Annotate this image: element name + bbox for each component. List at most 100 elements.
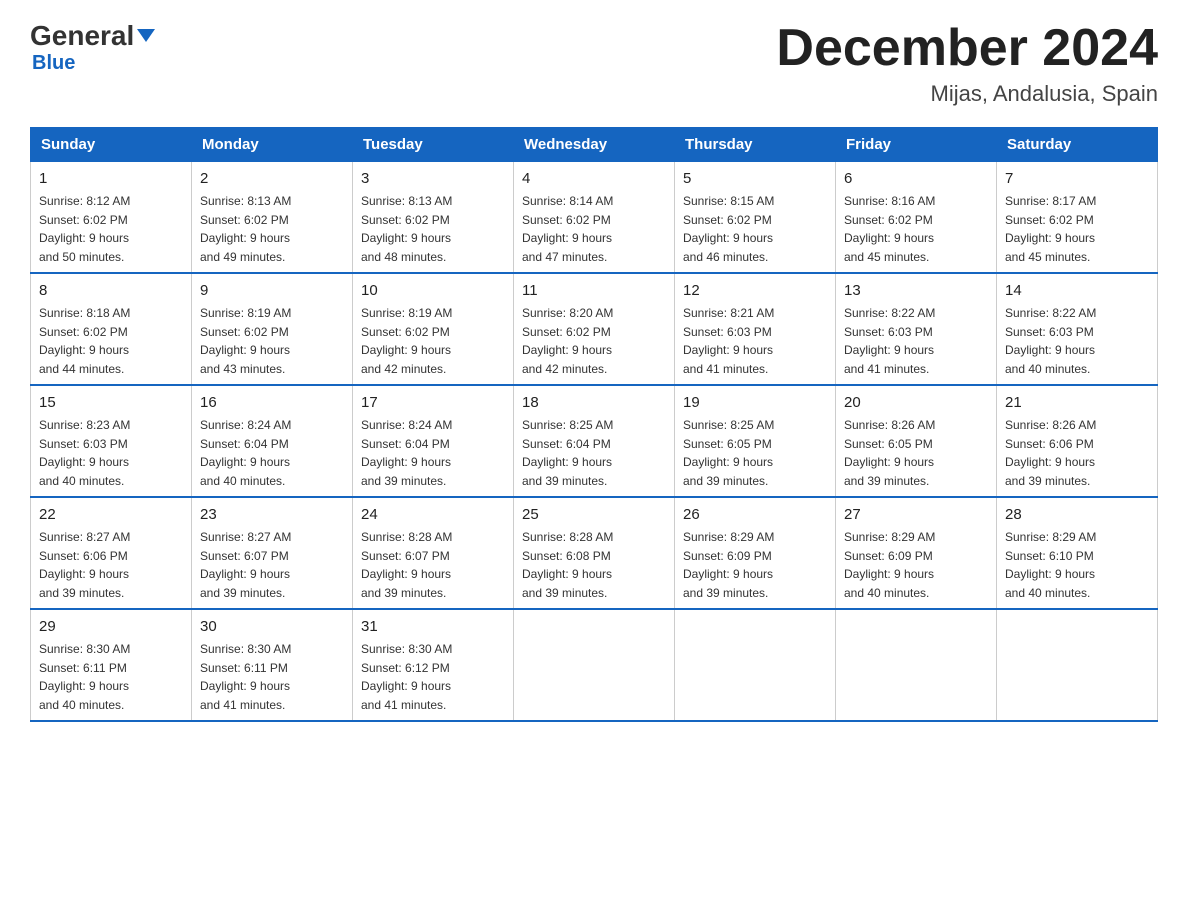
table-row: 25 Sunrise: 8:28 AMSunset: 6:08 PMDaylig… [514,497,675,609]
day-info: Sunrise: 8:16 AMSunset: 6:02 PMDaylight:… [844,194,935,264]
day-number: 28 [1005,504,1149,525]
day-number: 25 [522,504,666,525]
day-number: 18 [522,392,666,413]
table-row: 8 Sunrise: 8:18 AMSunset: 6:02 PMDayligh… [31,273,192,385]
col-friday: Friday [836,128,997,162]
calendar-week-5: 29 Sunrise: 8:30 AMSunset: 6:11 PMDaylig… [31,609,1158,721]
header-row: Sunday Monday Tuesday Wednesday Thursday… [31,128,1158,162]
day-number: 7 [1005,168,1149,189]
day-info: Sunrise: 8:30 AMSunset: 6:12 PMDaylight:… [361,642,452,712]
day-number: 17 [361,392,505,413]
table-row: 30 Sunrise: 8:30 AMSunset: 6:11 PMDaylig… [192,609,353,721]
day-number: 31 [361,616,505,637]
day-info: Sunrise: 8:19 AMSunset: 6:02 PMDaylight:… [361,306,452,376]
logo-bottom-line: Blue [30,52,75,75]
day-number: 14 [1005,280,1149,301]
table-row [675,609,836,721]
day-number: 19 [683,392,827,413]
table-row: 11 Sunrise: 8:20 AMSunset: 6:02 PMDaylig… [514,273,675,385]
day-number: 27 [844,504,988,525]
table-row: 18 Sunrise: 8:25 AMSunset: 6:04 PMDaylig… [514,385,675,497]
day-number: 6 [844,168,988,189]
day-number: 21 [1005,392,1149,413]
day-number: 15 [39,392,183,413]
table-row: 9 Sunrise: 8:19 AMSunset: 6:02 PMDayligh… [192,273,353,385]
day-info: Sunrise: 8:28 AMSunset: 6:08 PMDaylight:… [522,530,613,600]
table-row: 23 Sunrise: 8:27 AMSunset: 6:07 PMDaylig… [192,497,353,609]
logo-blue: Blue [32,52,75,74]
col-tuesday: Tuesday [353,128,514,162]
day-number: 9 [200,280,344,301]
day-info: Sunrise: 8:17 AMSunset: 6:02 PMDaylight:… [1005,194,1096,264]
col-monday: Monday [192,128,353,162]
day-number: 16 [200,392,344,413]
table-row: 17 Sunrise: 8:24 AMSunset: 6:04 PMDaylig… [353,385,514,497]
table-row: 13 Sunrise: 8:22 AMSunset: 6:03 PMDaylig… [836,273,997,385]
calendar-week-3: 15 Sunrise: 8:23 AMSunset: 6:03 PMDaylig… [31,385,1158,497]
day-info: Sunrise: 8:26 AMSunset: 6:06 PMDaylight:… [1005,418,1096,488]
day-info: Sunrise: 8:22 AMSunset: 6:03 PMDaylight:… [1005,306,1096,376]
table-row: 24 Sunrise: 8:28 AMSunset: 6:07 PMDaylig… [353,497,514,609]
location-title: Mijas, Andalusia, Spain [776,81,1158,107]
logo: General Blue [30,20,155,75]
calendar-week-2: 8 Sunrise: 8:18 AMSunset: 6:02 PMDayligh… [31,273,1158,385]
table-row: 1 Sunrise: 8:12 AMSunset: 6:02 PMDayligh… [31,162,192,274]
day-info: Sunrise: 8:29 AMSunset: 6:09 PMDaylight:… [683,530,774,600]
table-row: 7 Sunrise: 8:17 AMSunset: 6:02 PMDayligh… [997,162,1158,274]
day-info: Sunrise: 8:12 AMSunset: 6:02 PMDaylight:… [39,194,130,264]
day-number: 22 [39,504,183,525]
day-number: 13 [844,280,988,301]
day-info: Sunrise: 8:14 AMSunset: 6:02 PMDaylight:… [522,194,613,264]
table-row: 20 Sunrise: 8:26 AMSunset: 6:05 PMDaylig… [836,385,997,497]
table-row: 22 Sunrise: 8:27 AMSunset: 6:06 PMDaylig… [31,497,192,609]
table-row: 15 Sunrise: 8:23 AMSunset: 6:03 PMDaylig… [31,385,192,497]
day-info: Sunrise: 8:27 AMSunset: 6:06 PMDaylight:… [39,530,130,600]
day-number: 1 [39,168,183,189]
day-number: 30 [200,616,344,637]
table-row: 31 Sunrise: 8:30 AMSunset: 6:12 PMDaylig… [353,609,514,721]
table-row: 4 Sunrise: 8:14 AMSunset: 6:02 PMDayligh… [514,162,675,274]
day-info: Sunrise: 8:30 AMSunset: 6:11 PMDaylight:… [200,642,291,712]
day-number: 29 [39,616,183,637]
table-row: 27 Sunrise: 8:29 AMSunset: 6:09 PMDaylig… [836,497,997,609]
day-info: Sunrise: 8:19 AMSunset: 6:02 PMDaylight:… [200,306,291,376]
day-info: Sunrise: 8:26 AMSunset: 6:05 PMDaylight:… [844,418,935,488]
day-info: Sunrise: 8:29 AMSunset: 6:10 PMDaylight:… [1005,530,1096,600]
page-header: General Blue December 2024 Mijas, Andalu… [30,20,1158,107]
day-number: 12 [683,280,827,301]
day-number: 11 [522,280,666,301]
col-saturday: Saturday [997,128,1158,162]
day-info: Sunrise: 8:30 AMSunset: 6:11 PMDaylight:… [39,642,130,712]
day-number: 3 [361,168,505,189]
table-row [997,609,1158,721]
table-row: 2 Sunrise: 8:13 AMSunset: 6:02 PMDayligh… [192,162,353,274]
day-info: Sunrise: 8:28 AMSunset: 6:07 PMDaylight:… [361,530,452,600]
day-info: Sunrise: 8:24 AMSunset: 6:04 PMDaylight:… [200,418,291,488]
table-row: 14 Sunrise: 8:22 AMSunset: 6:03 PMDaylig… [997,273,1158,385]
day-info: Sunrise: 8:23 AMSunset: 6:03 PMDaylight:… [39,418,130,488]
day-info: Sunrise: 8:18 AMSunset: 6:02 PMDaylight:… [39,306,130,376]
calendar-week-1: 1 Sunrise: 8:12 AMSunset: 6:02 PMDayligh… [31,162,1158,274]
day-number: 4 [522,168,666,189]
table-row: 26 Sunrise: 8:29 AMSunset: 6:09 PMDaylig… [675,497,836,609]
table-row: 10 Sunrise: 8:19 AMSunset: 6:02 PMDaylig… [353,273,514,385]
day-info: Sunrise: 8:13 AMSunset: 6:02 PMDaylight:… [200,194,291,264]
table-row: 6 Sunrise: 8:16 AMSunset: 6:02 PMDayligh… [836,162,997,274]
table-row [514,609,675,721]
table-row: 16 Sunrise: 8:24 AMSunset: 6:04 PMDaylig… [192,385,353,497]
col-sunday: Sunday [31,128,192,162]
calendar-table: Sunday Monday Tuesday Wednesday Thursday… [30,127,1158,722]
day-number: 8 [39,280,183,301]
day-info: Sunrise: 8:15 AMSunset: 6:02 PMDaylight:… [683,194,774,264]
table-row: 12 Sunrise: 8:21 AMSunset: 6:03 PMDaylig… [675,273,836,385]
day-number: 24 [361,504,505,525]
table-row: 28 Sunrise: 8:29 AMSunset: 6:10 PMDaylig… [997,497,1158,609]
calendar-week-4: 22 Sunrise: 8:27 AMSunset: 6:06 PMDaylig… [31,497,1158,609]
logo-top-line: General [30,20,155,52]
day-info: Sunrise: 8:21 AMSunset: 6:03 PMDaylight:… [683,306,774,376]
col-wednesday: Wednesday [514,128,675,162]
table-row [836,609,997,721]
day-info: Sunrise: 8:27 AMSunset: 6:07 PMDaylight:… [200,530,291,600]
day-info: Sunrise: 8:22 AMSunset: 6:03 PMDaylight:… [844,306,935,376]
table-row: 5 Sunrise: 8:15 AMSunset: 6:02 PMDayligh… [675,162,836,274]
